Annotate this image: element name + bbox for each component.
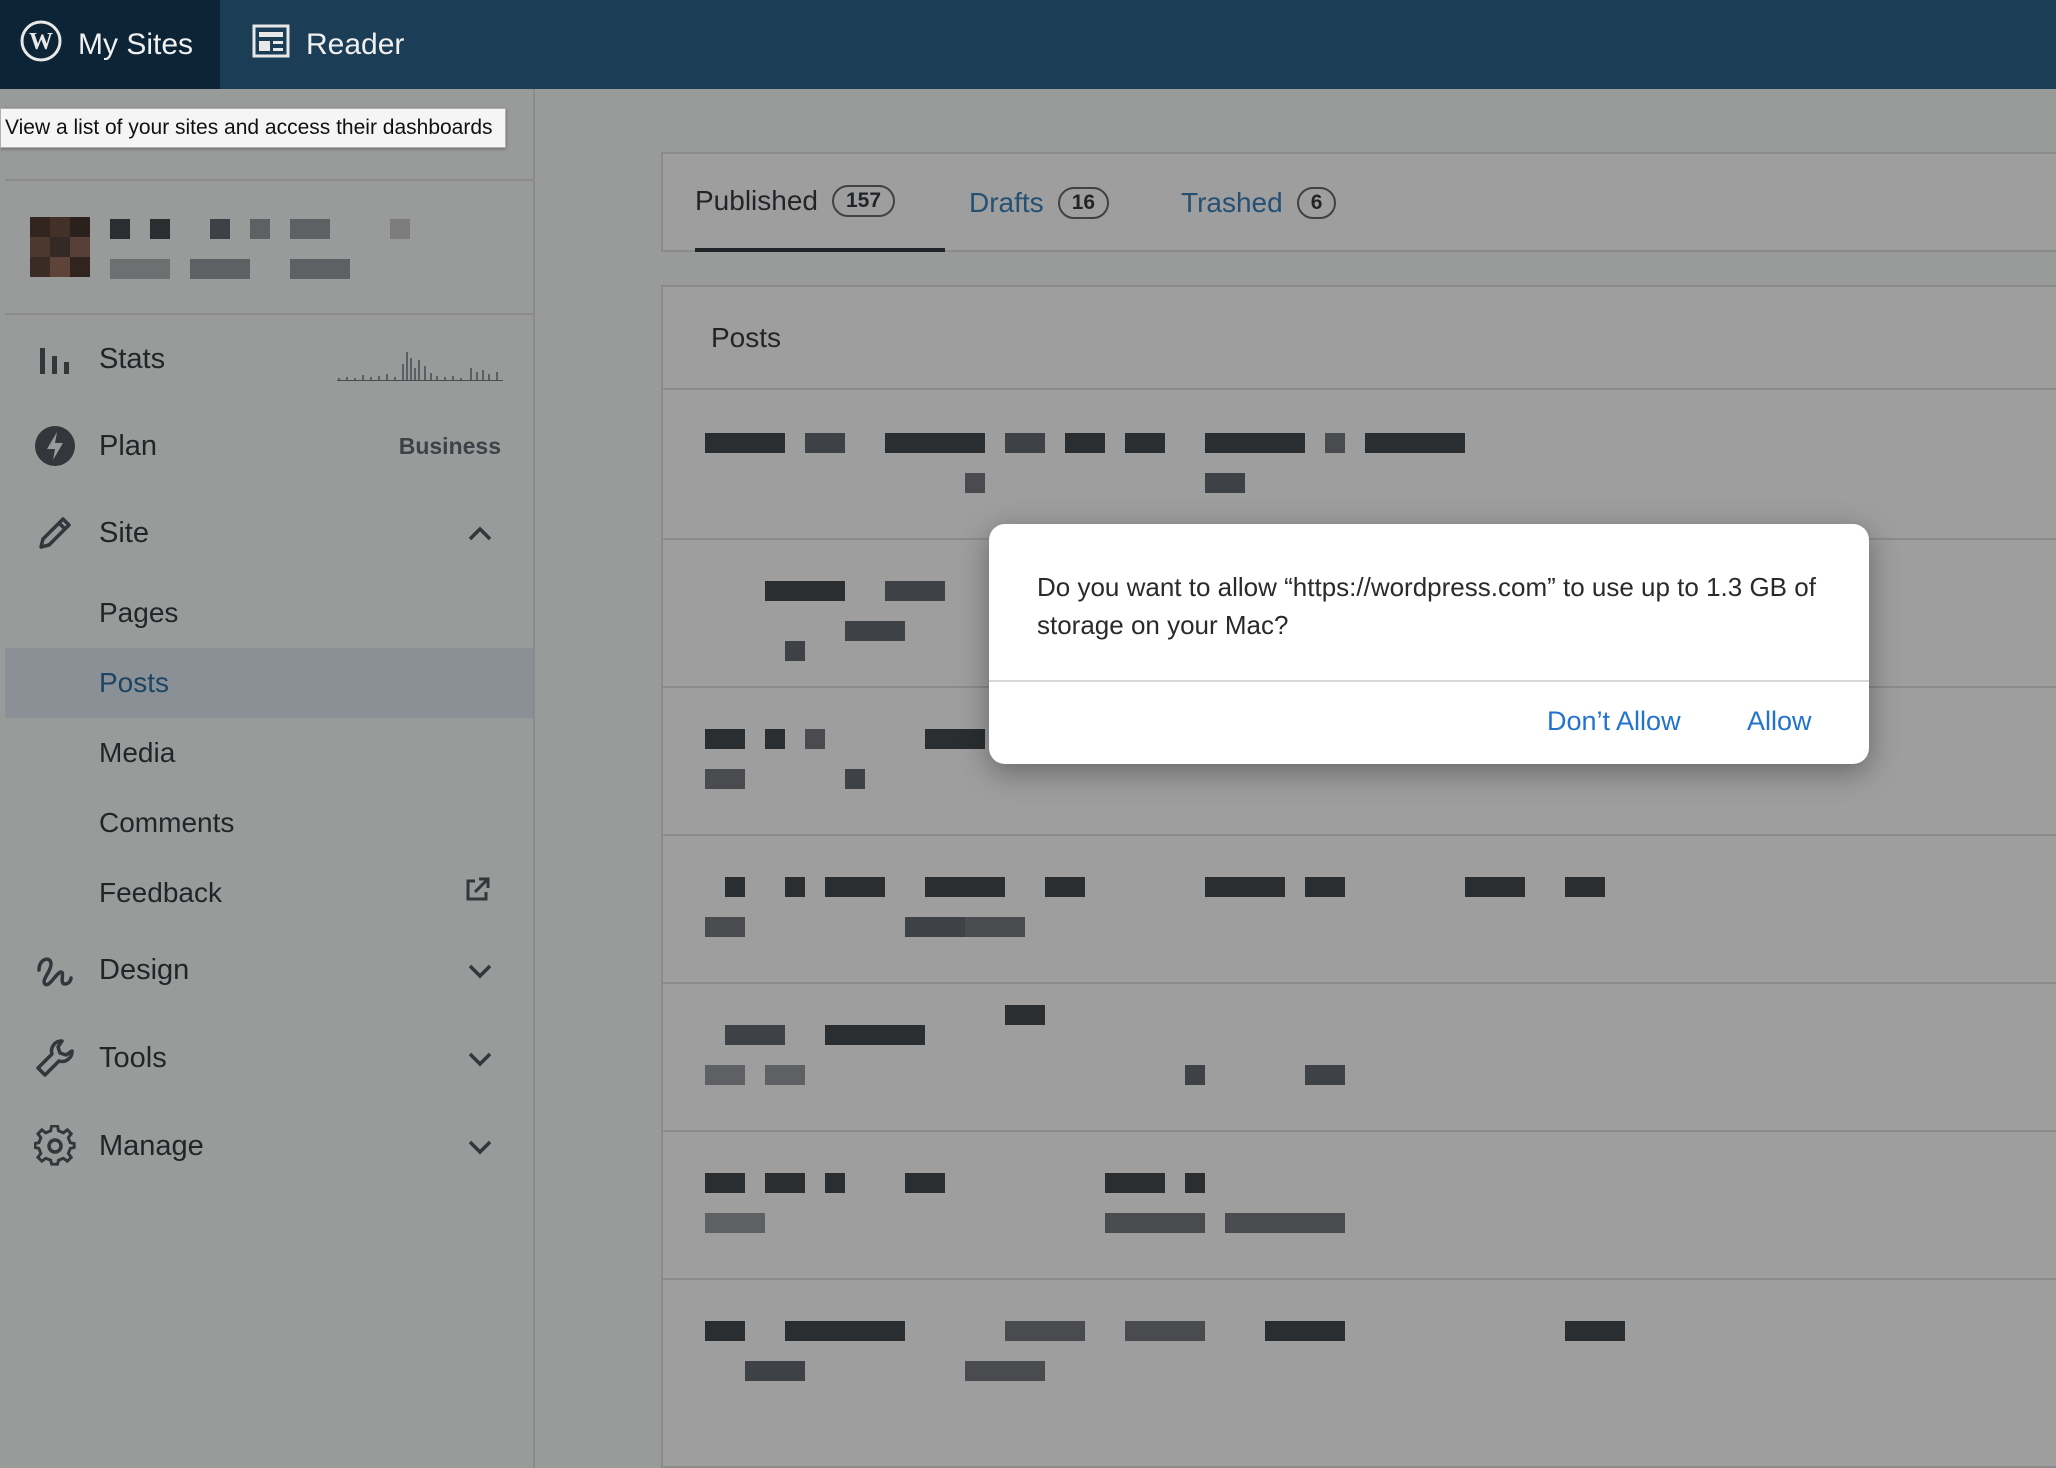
dont-allow-button[interactable]: Don’t Allow (1547, 706, 1681, 737)
top-bar: W My Sites Reader (0, 0, 2056, 89)
wordpress-logo-icon: W (20, 20, 78, 70)
reader-icon (252, 24, 306, 66)
allow-button[interactable]: Allow (1747, 706, 1812, 737)
dialog-message: Do you want to allow “https://wordpress.… (1037, 572, 1816, 640)
my-sites-tooltip: View a list of your sites and access the… (0, 108, 506, 148)
storage-permission-dialog: Do you want to allow “https://wordpress.… (989, 524, 1869, 764)
modal-overlay (0, 89, 2056, 1468)
my-sites-label: My Sites (78, 27, 194, 61)
tooltip-text: View a list of your sites and access the… (5, 116, 493, 139)
dialog-divider (989, 680, 1869, 682)
reader-button[interactable]: Reader (252, 0, 404, 89)
my-sites-button[interactable]: W My Sites (0, 0, 220, 89)
svg-text:W: W (29, 29, 53, 55)
reader-label: Reader (306, 27, 405, 61)
